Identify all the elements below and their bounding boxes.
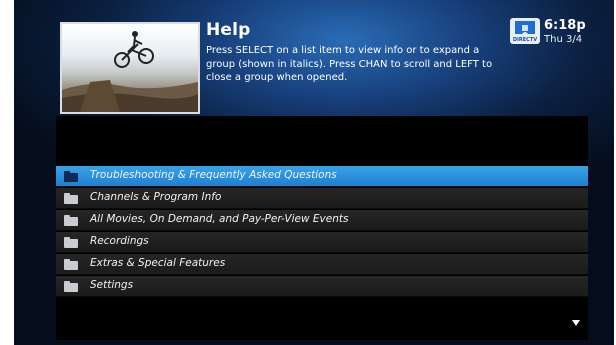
- menu-item-label: Channels & Program Info: [90, 191, 222, 203]
- menu-item-movies[interactable]: All Movies, On Demand, and Pay-Per-View …: [56, 210, 588, 231]
- help-menu-list: Troubleshooting & Frequently Asked Quest…: [56, 166, 588, 298]
- folder-icon: [64, 259, 78, 270]
- menu-item-channels[interactable]: Channels & Program Info: [56, 188, 588, 209]
- clock-time: 6:18p: [544, 18, 586, 33]
- help-description: Press SELECT on a list item to view info…: [206, 45, 493, 83]
- menu-item-recordings[interactable]: Recordings: [56, 232, 588, 253]
- list-footer: [56, 298, 588, 340]
- page-title: Help: [206, 20, 251, 40]
- clock-date: Thu 3/4: [544, 34, 583, 45]
- folder-icon: [64, 215, 78, 226]
- folder-icon: [64, 281, 78, 292]
- menu-item-troubleshooting[interactable]: Troubleshooting & Frequently Asked Quest…: [56, 166, 588, 187]
- menu-item-label: All Movies, On Demand, and Pay-Per-View …: [90, 213, 349, 225]
- menu-item-label: Extras & Special Features: [90, 257, 226, 269]
- video-preview-thumbnail: [60, 22, 200, 114]
- directv-logo: DIRECTV: [510, 18, 540, 44]
- menu-item-label: Settings: [90, 279, 134, 291]
- menu-item-label: Troubleshooting & Frequently Asked Quest…: [90, 169, 337, 181]
- menu-item-label: Recordings: [90, 235, 149, 247]
- scroll-down-arrow-icon[interactable]: [572, 320, 580, 326]
- folder-icon: [64, 193, 78, 204]
- menu-item-extras[interactable]: Extras & Special Features: [56, 254, 588, 275]
- menu-item-settings[interactable]: Settings: [56, 276, 588, 297]
- info-panel: [56, 116, 588, 166]
- folder-icon: [64, 237, 78, 248]
- tv-screen: Help Press SELECT on a list item to view…: [14, 0, 614, 345]
- folder-icon: [64, 171, 78, 182]
- logo-wordmark: DIRECTV: [512, 37, 538, 43]
